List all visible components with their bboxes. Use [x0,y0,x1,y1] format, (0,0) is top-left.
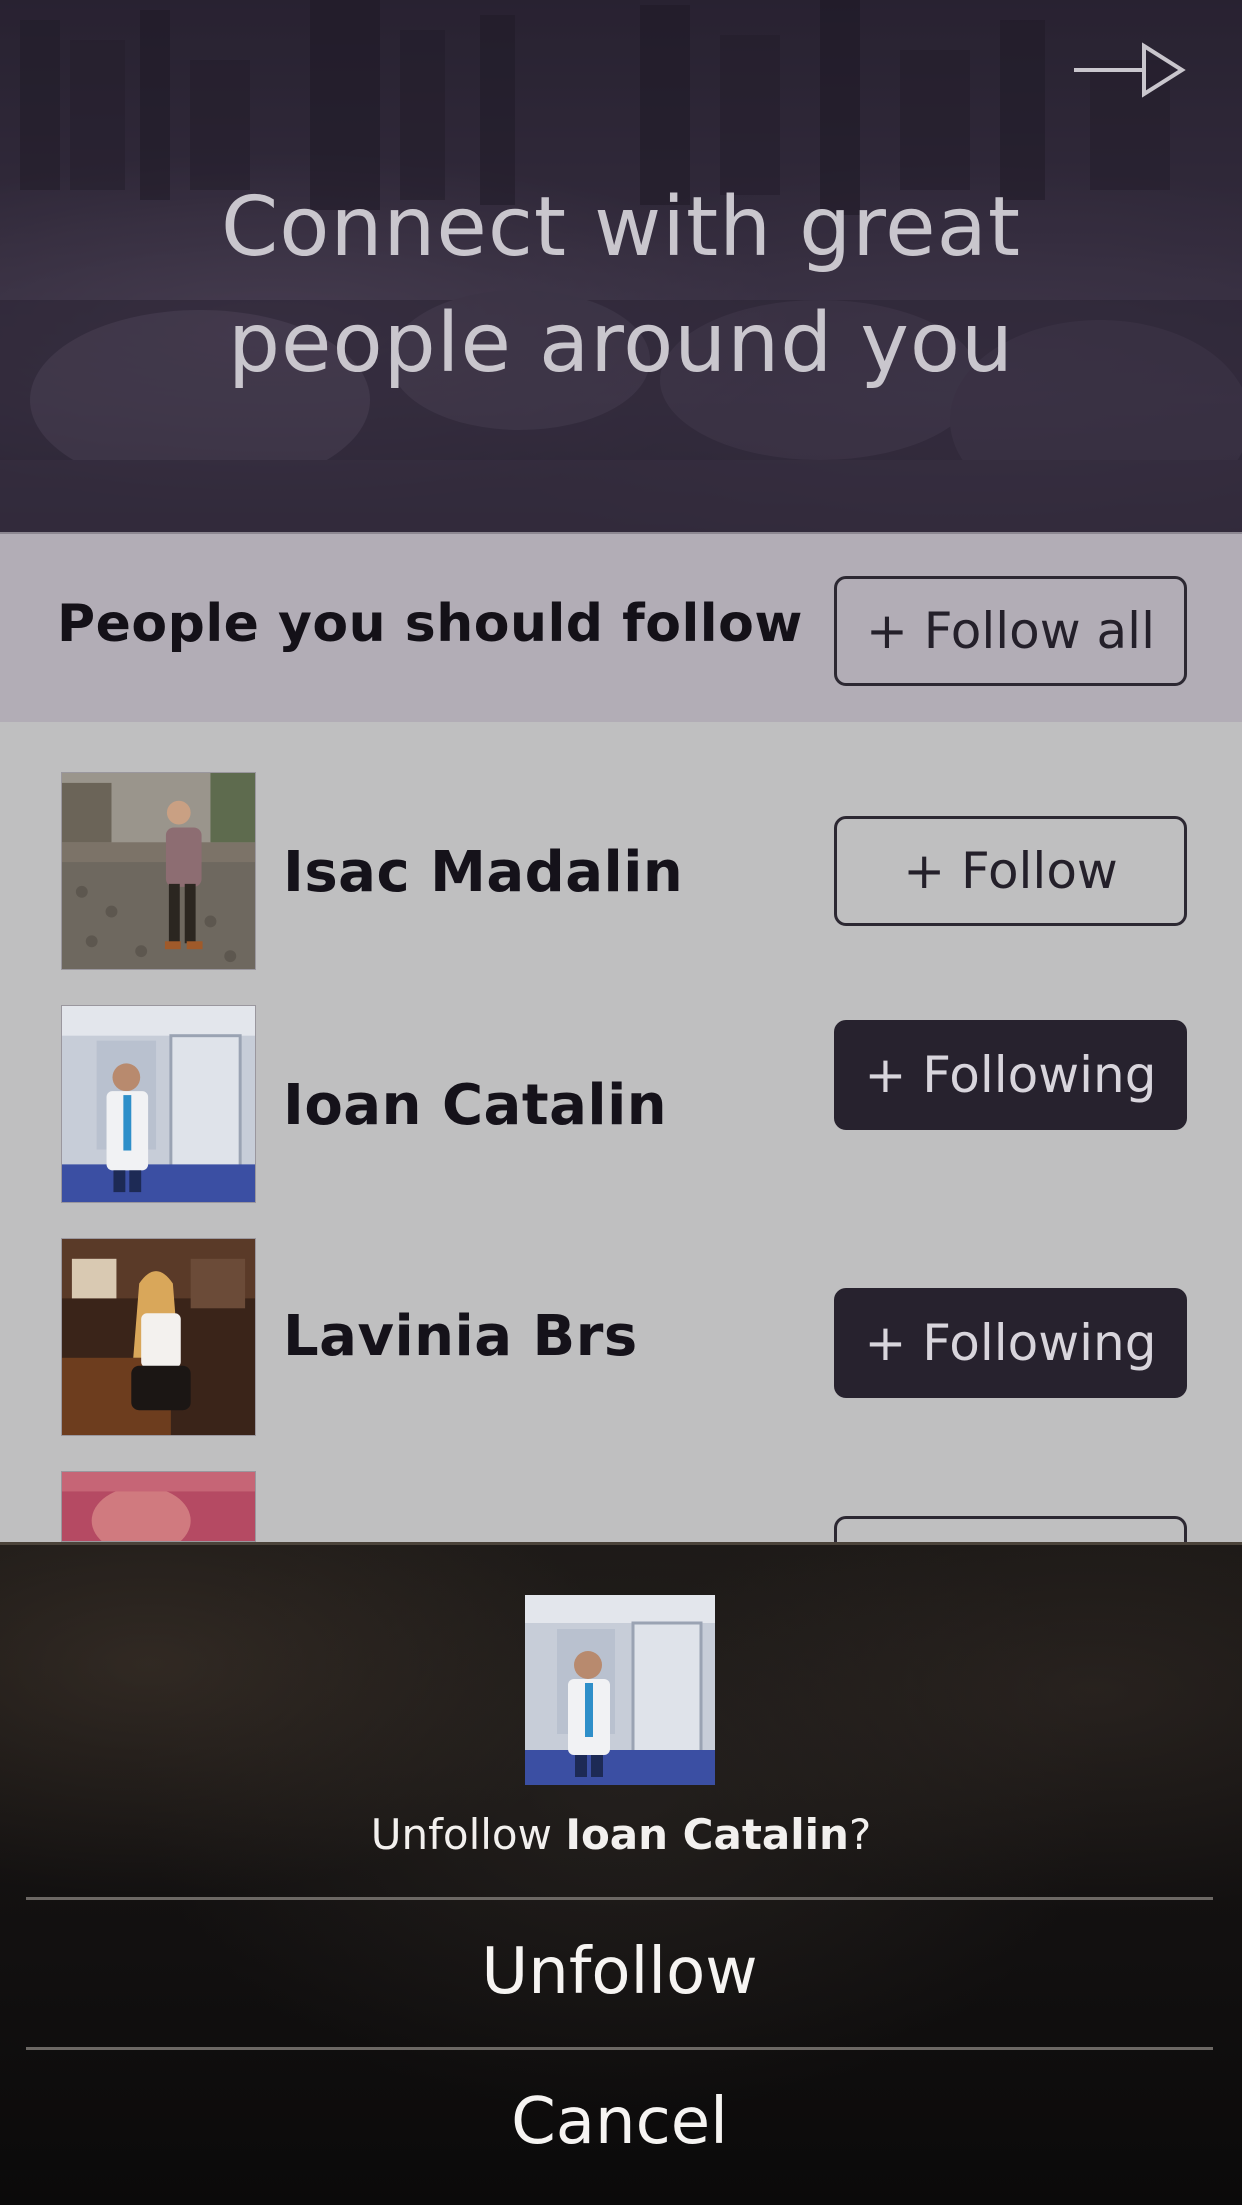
avatar[interactable] [61,1238,256,1436]
sheet-avatar [525,1595,715,1785]
person-name[interactable]: Isac Madalin [283,840,683,905]
hero-banner: Connect with great people around you [0,0,1242,532]
message-name: Ioan Catalin [565,1810,849,1859]
person-name[interactable]: Ioan Catalin [283,1073,667,1138]
message-prefix: Unfollow [370,1810,566,1859]
cancel-button[interactable]: Cancel [26,2050,1213,2195]
hero-title: Connect with great people around you [0,170,1242,402]
person-photo [62,1006,255,1202]
list-item-person: Isac Madalin + Follow [0,772,1242,972]
unfollow-action-sheet: Unfollow Ioan Catalin? Unfollow Cancel [0,1542,1242,2205]
follow-all-button[interactable]: + Follow all [834,576,1187,686]
following-button[interactable]: + Following [834,1288,1187,1398]
person-photo [62,1239,255,1435]
arrow-right-icon [1074,42,1186,98]
unfollow-confirm-message: Unfollow Ioan Catalin? [0,1810,1242,1859]
hero-title-line-1: Connect with great [221,180,1021,275]
suggestions-header: People you should follow + Follow all [0,532,1242,724]
person-photo [525,1595,715,1785]
list-item-person: Lavinia Brs + Following [0,1238,1242,1438]
message-suffix: ? [848,1810,872,1859]
following-button[interactable]: + Following [834,1020,1187,1130]
person-photo [62,1472,255,1541]
follow-button[interactable]: + Follow [834,816,1187,926]
avatar[interactable] [61,772,256,970]
onboarding-screen: Connect with great people around you Peo… [0,0,1242,2205]
list-item-person: Ioan Catalin + Following [0,1005,1242,1205]
people-list: Isac Madalin + Follow Ioan Catalin + Fol… [0,722,1242,1576]
unfollow-button[interactable]: Unfollow [26,1900,1213,2045]
avatar[interactable] [61,1005,256,1203]
hero-title-line-2: people around you [227,296,1015,391]
avatar[interactable] [61,1471,256,1542]
person-photo [62,773,255,969]
suggestions-title: People you should follow [57,594,803,654]
person-name[interactable]: Lavinia Brs [283,1304,638,1369]
next-arrow-button[interactable] [1072,40,1187,102]
